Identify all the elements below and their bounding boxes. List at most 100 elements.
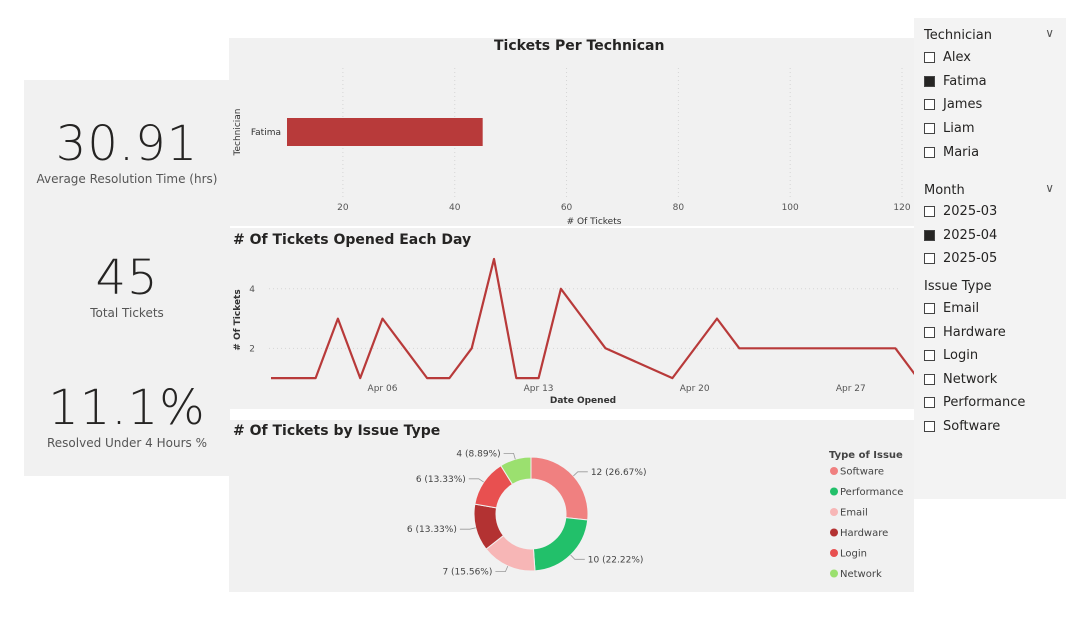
slicer-item-login[interactable]: Login	[924, 348, 978, 363]
kpi-total-tickets[interactable]: 45 Total Tickets	[24, 254, 230, 320]
slicer-item-label: 2025-05	[943, 251, 998, 266]
slicer-item-label: Software	[943, 418, 1001, 434]
legend-title: Type of Issue	[829, 450, 903, 461]
slicer-item-email[interactable]: Email	[924, 301, 979, 316]
x-tick-label: 60	[561, 203, 573, 213]
kpi-resolved-under-4h[interactable]: 11.1% Resolved Under 4 Hours %	[24, 384, 230, 450]
line-chart-svg: 2 4 Apr 06 Apr 13 Apr 20 Apr 27 # Of Tickets Da…	[233, 257, 919, 406]
slicer-item-label: Fatima	[943, 73, 987, 89]
legend-item: Software	[840, 467, 884, 478]
slicer-panel: Technician ∨ Alex Fatima James Liam Maria Mo…	[914, 18, 1066, 499]
y-tick-label: Fatima	[251, 128, 281, 138]
checkbox[interactable]	[924, 303, 935, 314]
legend-item: Performance	[840, 487, 903, 498]
data-label: 6 (13.33%)	[407, 525, 457, 535]
slicer-item-label: Login	[943, 348, 979, 363]
x-axis-title: # Of Tickets	[567, 217, 622, 226]
data-label: 12 (26.67%)	[591, 468, 647, 478]
checkbox[interactable]	[924, 373, 935, 385]
legend-item: Login	[840, 549, 867, 560]
kpi-label: Average Resolution Time (hrs)	[36, 172, 218, 186]
legend-marker	[830, 569, 838, 578]
checkbox[interactable]	[924, 350, 935, 361]
checkbox[interactable]	[924, 326, 935, 338]
kpi-panel: 30.91 Average Resolution Time (hrs) 45 T…	[24, 80, 230, 476]
slicer-item-liam[interactable]: Liam	[924, 121, 974, 136]
x-tick-label: Apr 27	[836, 384, 866, 394]
tickets-opened-each-day-chart[interactable]: # Of Tickets Opened Each Day 2 4 Apr 06 Apr…	[229, 228, 919, 409]
y-axis-title: Technician	[233, 108, 243, 156]
kpi-value: 30.91	[55, 116, 199, 172]
checkbox[interactable]	[924, 123, 935, 135]
slicer-item-hardware[interactable]: Hardware	[924, 325, 1006, 340]
data-label: 6 (13.33%)	[416, 475, 466, 485]
checkbox[interactable]	[924, 253, 935, 264]
donut-slice-performance	[532, 517, 589, 572]
tickets-per-technician-chart[interactable]: Tickets Per Technican 20 40 60 80 100 120 Tech…	[229, 38, 914, 227]
checkbox[interactable]	[924, 146, 935, 158]
data-label: 7 (15.56%)	[442, 568, 492, 578]
slicer-item-maria[interactable]: Maria	[924, 145, 979, 160]
chart-title: # Of Tickets Opened Each Day	[233, 232, 472, 248]
checkbox[interactable]	[924, 206, 935, 217]
x-tick-label: 20	[337, 203, 349, 213]
slicer-item-fatima[interactable]: Fatima	[924, 74, 987, 89]
x-tick-label: Apr 06	[368, 384, 398, 394]
legend-marker	[830, 528, 838, 537]
slicer-item-performance[interactable]: Performance	[924, 395, 1025, 410]
slicer-item-label: Alex	[943, 50, 971, 65]
legend-item: Network	[840, 569, 882, 580]
checkbox[interactable]	[924, 420, 935, 432]
kpi-value: 45	[95, 250, 159, 306]
slicer-item-2025-04[interactable]: 2025-04	[924, 228, 997, 243]
x-tick-label: 80	[673, 203, 685, 213]
leader-line	[495, 565, 509, 573]
slicer-item-2025-03[interactable]: 2025-03	[924, 204, 997, 219]
slicer-item-label: Network	[943, 371, 998, 387]
slicer-title-technician: Technician	[924, 28, 992, 43]
slicer-item-label: James	[943, 97, 983, 113]
x-tick-label: 40	[449, 203, 461, 213]
legend-marker	[830, 549, 838, 557]
checkbox[interactable]	[924, 52, 935, 63]
y-tick-label: 4	[249, 285, 255, 295]
chart-title: Tickets Per Technican	[494, 38, 665, 54]
chevron-down-icon[interactable]: ∨	[1045, 181, 1054, 195]
y-axis-title: # Of Tickets	[233, 289, 243, 350]
x-tick-label: 100	[782, 203, 799, 213]
x-axis-title: Date Opened	[550, 396, 616, 406]
slicer-item-james[interactable]: James	[924, 97, 982, 112]
tickets-by-issue-type-chart[interactable]: # Of Tickets by Issue Type 12 (26.67%) 10…	[229, 420, 914, 592]
slicer-item-label: Maria	[943, 144, 980, 160]
checkbox[interactable]	[924, 99, 935, 111]
donut-slice-software	[530, 456, 589, 521]
slicer-item-label: 2025-03	[943, 204, 998, 219]
x-tick-label: 120	[893, 203, 910, 213]
leader-line	[573, 471, 588, 477]
slicer-item-label: Hardware	[943, 324, 1006, 340]
leader-line	[459, 527, 476, 530]
chevron-down-icon[interactable]: ∨	[1045, 26, 1054, 40]
slicer-item-2025-05[interactable]: 2025-05	[924, 251, 997, 266]
legend-marker	[830, 508, 838, 516]
checkbox[interactable]	[924, 397, 935, 408]
chart-title: # Of Tickets by Issue Type	[233, 423, 441, 439]
kpi-avg-resolution[interactable]: 30.91 Average Resolution Time (hrs)	[24, 120, 230, 186]
slicer-item-network[interactable]: Network	[924, 372, 997, 387]
bar-fatima	[287, 118, 483, 146]
leader-line	[503, 453, 516, 460]
kpi-label: Total Tickets	[90, 306, 164, 320]
y-tick-label: 2	[249, 344, 255, 354]
legend-item: Hardware	[840, 528, 888, 539]
slicer-item-software[interactable]: Software	[924, 419, 1000, 434]
kpi-value: 11.1%	[48, 380, 206, 436]
checkbox[interactable]	[924, 75, 935, 87]
x-tick-label: Apr 13	[524, 384, 554, 394]
slicer-item-label: Email	[943, 301, 980, 316]
donut-chart-svg: 12 (26.67%) 10 (22.22%) 7 (15.56%) 6 (13.33…	[407, 449, 903, 580]
kpi-label: Resolved Under 4 Hours %	[47, 436, 207, 450]
checkbox[interactable]	[924, 229, 935, 241]
data-label: 10 (22.22%)	[588, 555, 644, 565]
legend-item: Email	[840, 508, 868, 519]
slicer-item-alex[interactable]: Alex	[924, 50, 971, 65]
